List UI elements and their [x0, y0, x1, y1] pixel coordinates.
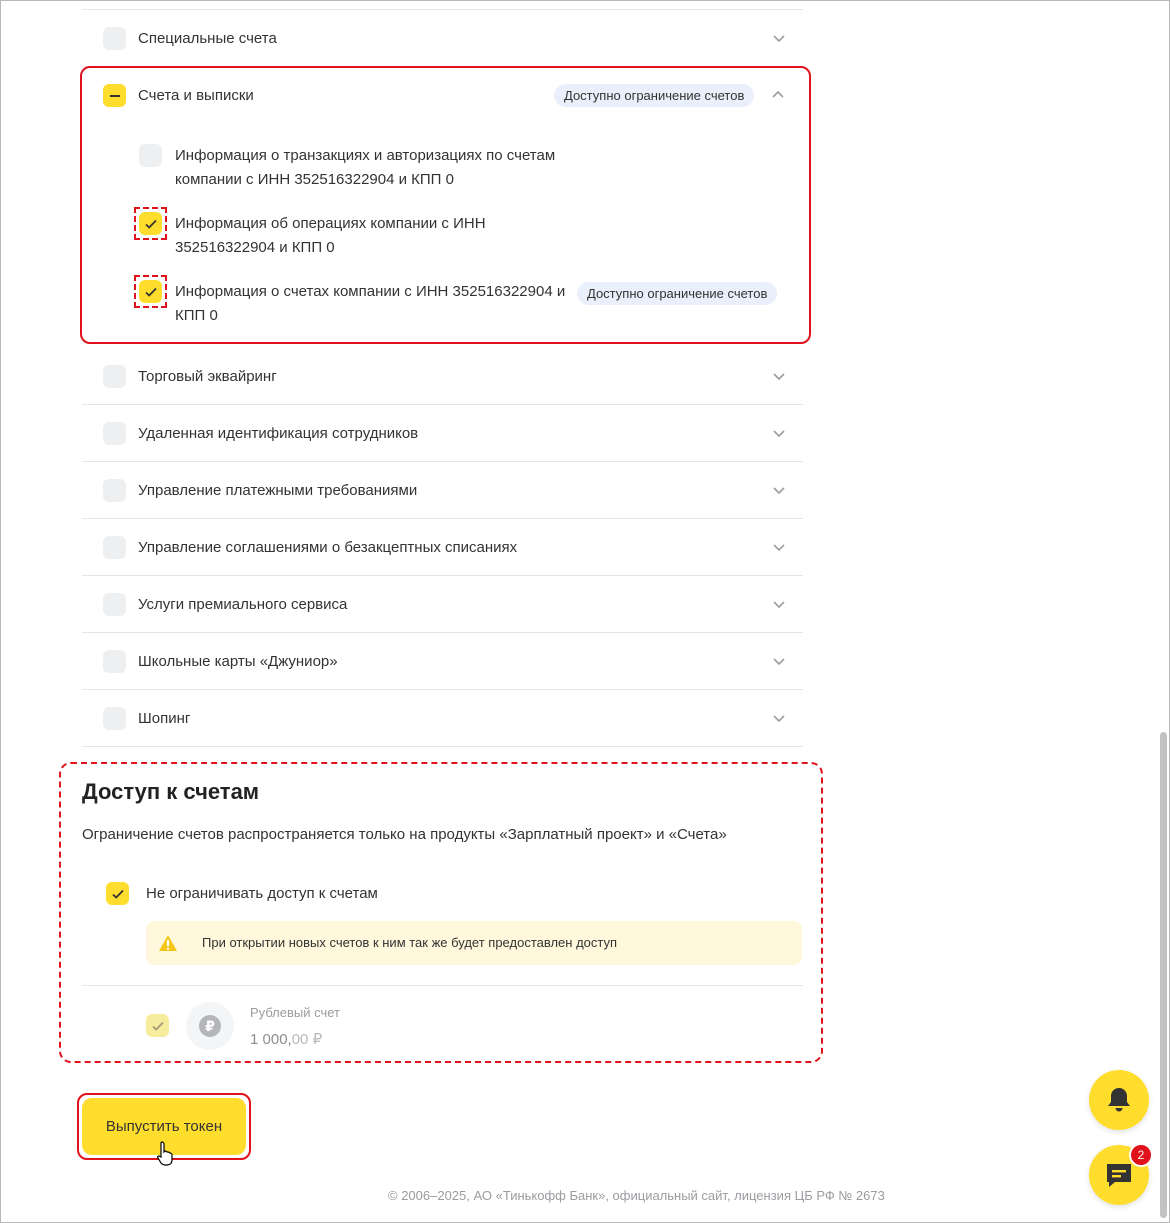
- subitem-checkbox-operations[interactable]: [139, 212, 162, 235]
- check-icon: [144, 219, 157, 229]
- divider: [82, 985, 803, 986]
- chevron-down-icon[interactable]: [771, 596, 787, 612]
- account-limit-badge: Доступно ограничение счетов: [577, 282, 778, 305]
- unlimited-access-label: Не ограничивать доступ к счетам: [146, 885, 378, 902]
- check-icon: [144, 287, 157, 297]
- permission-row-special-accounts[interactable]: Специальные счета: [82, 10, 803, 67]
- check-icon: [111, 889, 124, 899]
- minus-icon: [109, 94, 120, 97]
- check-icon: [151, 1021, 164, 1031]
- group-label: Счета и выписки: [138, 87, 254, 104]
- chevron-down-icon[interactable]: [771, 653, 787, 669]
- permission-row-direct-debit[interactable]: Управление соглашениями о безакцептных с…: [82, 519, 803, 576]
- chevron-up-icon[interactable]: [770, 87, 786, 103]
- chevron-down-icon[interactable]: [771, 710, 787, 726]
- checkbox[interactable]: [103, 650, 126, 673]
- permission-label: Торговый эквайринг: [138, 368, 277, 385]
- chevron-down-icon[interactable]: [771, 482, 787, 498]
- subitem-label-transactions: Информация о транзакциях и авторизациях …: [175, 147, 556, 188]
- permission-label: Управление платежными требованиями: [138, 482, 418, 499]
- footer-copyright: © 2006–2025, АО «Тинькофф Банк», официал…: [388, 1188, 885, 1203]
- checkbox[interactable]: [103, 365, 126, 388]
- permission-label: Специальные счета: [138, 30, 277, 47]
- chevron-down-icon[interactable]: [771, 30, 787, 46]
- account-access-description: Ограничение счетов распространяется толь…: [82, 826, 727, 843]
- checkbox[interactable]: [103, 707, 126, 730]
- warning-banner: При открытии новых счетов к ним так же б…: [146, 921, 802, 965]
- subitem-label-accounts: Информация о счетах компании с ИНН 35251…: [175, 283, 566, 324]
- bell-icon: [1108, 1088, 1130, 1112]
- warning-text: При открытии новых счетов к ним так же б…: [202, 935, 618, 950]
- permission-row-acquiring[interactable]: Торговый эквайринг: [82, 348, 803, 405]
- account-access-highlight: [59, 762, 823, 1063]
- subitem-label-operations: Информация об операциях компании с ИНН 3…: [175, 215, 486, 256]
- checkbox[interactable]: [103, 536, 126, 559]
- chevron-down-icon[interactable]: [771, 368, 787, 384]
- checkbox[interactable]: [103, 479, 126, 502]
- chevron-down-icon[interactable]: [771, 539, 787, 555]
- ruble-symbol: ₽: [199, 1015, 221, 1037]
- chat-icon: [1107, 1164, 1131, 1187]
- scrollbar-thumb[interactable]: [1160, 732, 1167, 1218]
- permission-row-payment-requests[interactable]: Управление платежными требованиями: [82, 462, 803, 519]
- checkbox[interactable]: [103, 422, 126, 445]
- permission-label: Услуги премиального сервиса: [138, 596, 348, 613]
- permission-row-premium[interactable]: Услуги премиального сервиса: [82, 576, 803, 633]
- notifications-button[interactable]: [1089, 1070, 1149, 1130]
- permission-label: Удаленная идентификация сотрудников: [138, 425, 419, 442]
- account-access-title: Доступ к счетам: [82, 779, 260, 804]
- permission-row-junior-cards[interactable]: Школьные карты «Джуниор»: [82, 633, 803, 690]
- hand-cursor-icon: [156, 1141, 173, 1166]
- group-checkbox-partial[interactable]: [103, 84, 126, 107]
- subitem-checkbox-transactions[interactable]: [139, 144, 162, 167]
- ruble-currency-icon: ₽: [186, 1002, 234, 1050]
- permission-label: Шопинг: [138, 710, 191, 727]
- ruble-account-checkbox[interactable]: [146, 1014, 169, 1037]
- permission-row-remote-id[interactable]: Удаленная идентификация сотрудников: [82, 405, 803, 462]
- account-name: Рублевый счет: [250, 1005, 340, 1020]
- permission-row-shopping[interactable]: Шопинг: [82, 690, 803, 747]
- account-balance: 1 000,00 ₽: [250, 1031, 323, 1048]
- permission-label: Управление соглашениями о безакцептных с…: [138, 539, 518, 556]
- chevron-down-icon[interactable]: [771, 425, 787, 441]
- account-limit-badge: Доступно ограничение счетов: [554, 84, 755, 107]
- subitem-checkbox-accounts[interactable]: [139, 280, 162, 303]
- permission-label: Школьные карты «Джуниор»: [138, 653, 338, 670]
- chat-unread-badge: 2: [1129, 1143, 1153, 1167]
- warning-icon: [159, 935, 177, 951]
- checkbox[interactable]: [103, 27, 126, 50]
- unlimited-access-checkbox[interactable]: [106, 882, 129, 905]
- checkbox[interactable]: [103, 593, 126, 616]
